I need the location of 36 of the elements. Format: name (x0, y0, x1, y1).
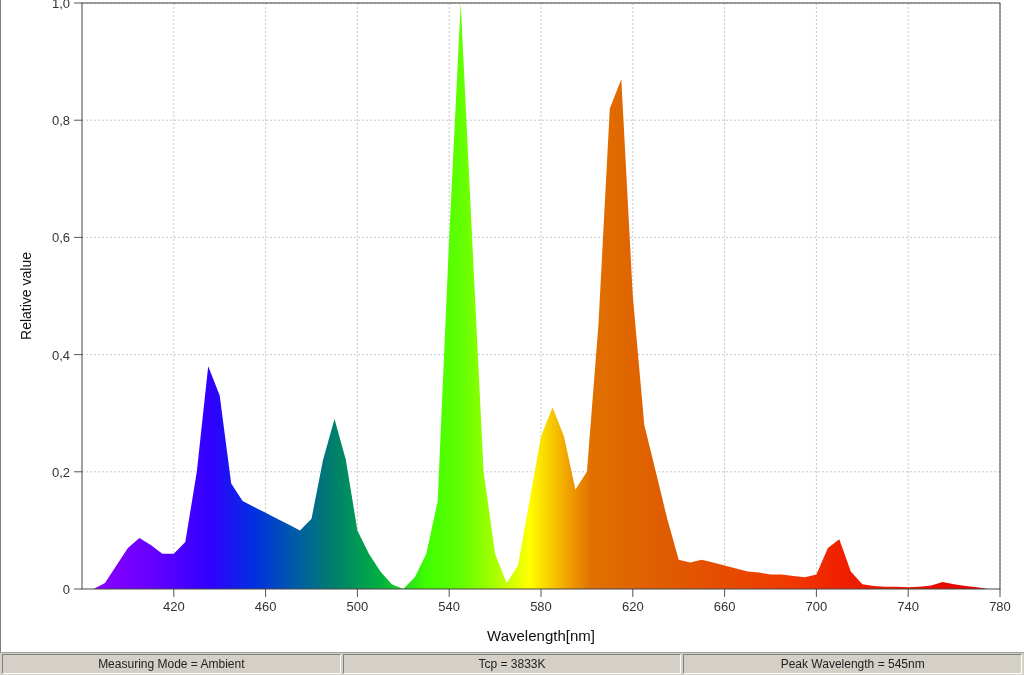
x-tick-label: 540 (438, 599, 461, 614)
x-tick-label: 780 (989, 599, 1011, 614)
tick-mark (73, 119, 83, 121)
tick-mark (356, 588, 358, 598)
x-tick-label: 420 (162, 599, 185, 614)
y-tick-label: 0,6 (51, 230, 70, 246)
tick-mark (173, 588, 175, 598)
y-tick-label: 0 (62, 582, 70, 597)
y-tick-label: 0,4 (51, 347, 70, 363)
x-tick-label: 660 (713, 599, 736, 614)
tick-mark (724, 588, 726, 598)
tick-mark (73, 236, 83, 238)
y-axis-title: Relative value (18, 252, 34, 340)
tick-mark (999, 588, 1001, 598)
tick-mark (632, 588, 634, 598)
tick-mark (73, 354, 83, 356)
tick-mark (907, 588, 909, 598)
x-tick-label: 700 (805, 599, 828, 614)
tick-mark (815, 588, 817, 598)
y-tick-label: 0,2 (51, 464, 70, 480)
status-bar-pane: Measuring Mode = Ambient (2, 654, 341, 674)
tick-mark (265, 588, 267, 598)
x-axis-title: Wavelength[nm] (487, 627, 595, 644)
x-tick-label: 460 (254, 599, 277, 614)
tick-mark (73, 588, 83, 590)
y-tick-label: 0,8 (51, 113, 70, 129)
x-tick-label: 580 (530, 599, 552, 614)
x-tick-label: 740 (897, 599, 920, 614)
tick-mark (540, 588, 542, 598)
status-bar-pane: Peak Wavelength = 545nm (683, 654, 1022, 674)
tick-mark (448, 588, 450, 598)
tick-mark (73, 2, 83, 4)
x-tick-label: 620 (621, 599, 644, 614)
x-tick-label: 500 (346, 599, 369, 614)
status-bar-pane: Tcp = 3833K (342, 654, 682, 674)
tick-mark (73, 471, 83, 473)
